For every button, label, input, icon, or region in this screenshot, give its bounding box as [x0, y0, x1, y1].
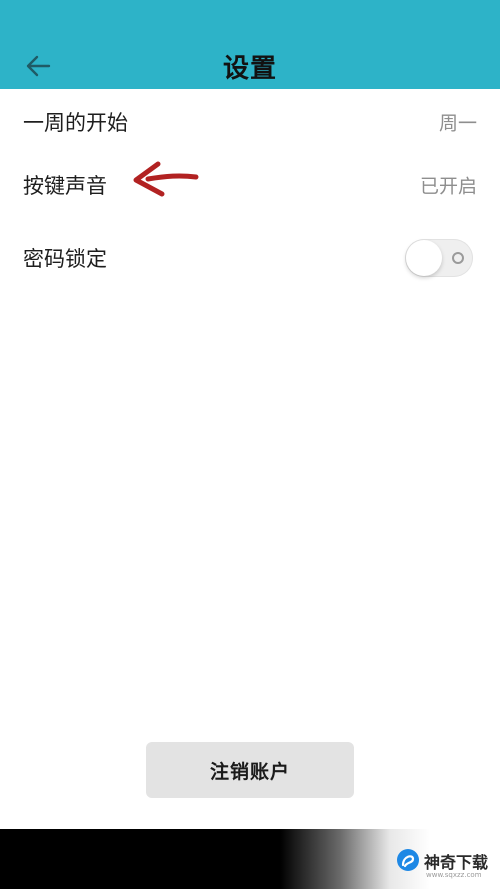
setting-row-key-sound[interactable]: 按键声音 已开启 — [0, 155, 500, 215]
app-header: 设置 — [0, 0, 500, 89]
page-title: 设置 — [222, 54, 277, 84]
logout-account-button[interactable]: 注销账户 — [146, 742, 354, 798]
red-arrow-icon — [133, 161, 199, 197]
key-sound-label: 按键声音 — [23, 174, 107, 198]
toggle-off-icon — [452, 252, 464, 264]
password-lock-label: 密码锁定 — [23, 247, 107, 271]
watermark-logo-icon — [397, 849, 419, 871]
setting-row-password-lock: 密码锁定 — [0, 228, 500, 288]
week-start-label: 一周的开始 — [23, 111, 128, 135]
week-start-value: 周一 — [438, 112, 477, 135]
key-sound-value: 已开启 — [419, 175, 477, 198]
watermark-name: 神奇下载 — [424, 853, 489, 872]
toggle-knob — [406, 240, 442, 276]
setting-row-week-start[interactable]: 一周的开始 周一 — [0, 92, 500, 152]
password-lock-toggle[interactable] — [405, 239, 473, 277]
watermark-url: www.sqxzz.com — [426, 871, 482, 879]
